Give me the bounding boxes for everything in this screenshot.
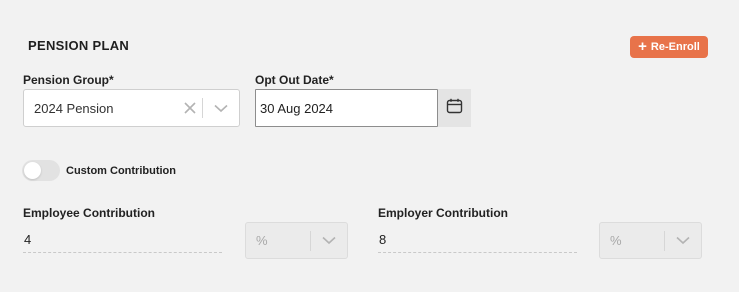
clear-icon[interactable] bbox=[178, 90, 202, 126]
pension-group-select[interactable]: 2024 Pension bbox=[23, 89, 240, 127]
pension-group-label: Pension Group* bbox=[23, 73, 114, 87]
employee-unit-value: % bbox=[256, 233, 268, 248]
custom-contribution-label: Custom Contribution bbox=[66, 165, 176, 177]
pension-group-value: 2024 Pension bbox=[34, 100, 114, 116]
employee-contribution-input[interactable] bbox=[23, 227, 222, 253]
section-title: PENSION PLAN bbox=[28, 38, 130, 53]
chevron-down-icon bbox=[311, 223, 347, 258]
custom-contribution-toggle[interactable] bbox=[22, 160, 60, 181]
re-enroll-button[interactable]: + Re-Enroll bbox=[630, 36, 708, 58]
employer-contribution-label: Employer Contribution bbox=[378, 206, 508, 220]
employer-unit-select[interactable]: % bbox=[599, 222, 702, 259]
employer-unit-value: % bbox=[610, 233, 622, 248]
chevron-down-icon bbox=[665, 223, 701, 258]
chevron-down-icon[interactable] bbox=[203, 90, 239, 126]
calendar-button[interactable] bbox=[438, 89, 471, 127]
opt-out-date-input[interactable] bbox=[255, 89, 438, 127]
employee-unit-select[interactable]: % bbox=[245, 222, 348, 259]
opt-out-date-label: Opt Out Date* bbox=[255, 73, 334, 87]
employee-contribution-label: Employee Contribution bbox=[23, 206, 155, 220]
employer-contribution-input[interactable] bbox=[378, 227, 577, 253]
calendar-icon bbox=[446, 98, 463, 119]
re-enroll-label: Re-Enroll bbox=[650, 41, 700, 53]
toggle-knob bbox=[24, 162, 41, 179]
plus-icon: + bbox=[638, 38, 647, 55]
